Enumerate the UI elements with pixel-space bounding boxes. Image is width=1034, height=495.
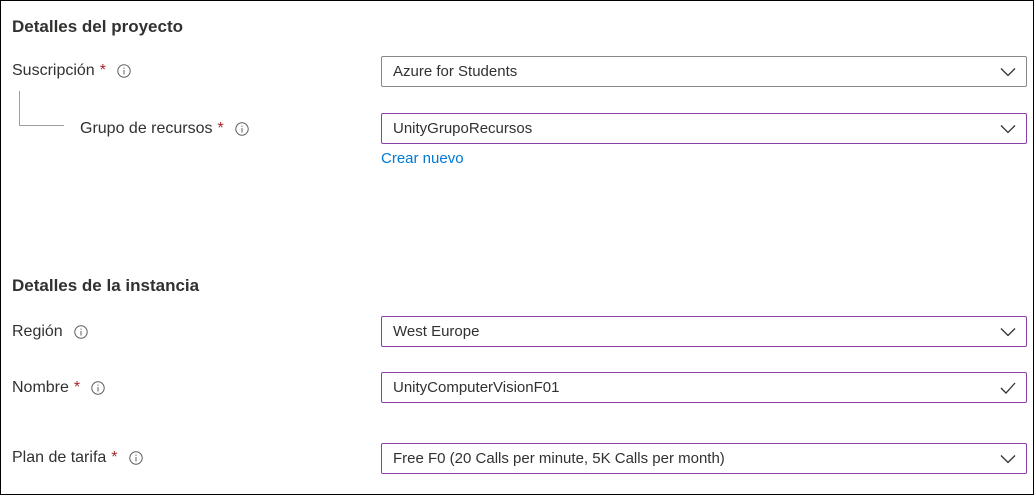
resource-group-label: Grupo de recursos bbox=[80, 120, 213, 137]
region-label-row: Región bbox=[12, 323, 88, 341]
subscription-dropdown[interactable]: Azure for Students bbox=[381, 56, 1027, 87]
name-value: UnityComputerVisionF01 bbox=[393, 379, 560, 396]
checkmark-icon bbox=[1000, 380, 1016, 396]
info-icon[interactable] bbox=[74, 325, 88, 339]
form-panel: Detalles del proyecto Suscripción * Azur… bbox=[0, 0, 1034, 495]
pricing-label-row: Plan de tarifa * bbox=[12, 449, 143, 467]
chevron-down-icon bbox=[1000, 324, 1016, 340]
info-icon[interactable] bbox=[117, 64, 131, 78]
required-marker: * bbox=[99, 62, 106, 79]
chevron-down-icon bbox=[1000, 451, 1016, 467]
section-title-project: Detalles del proyecto bbox=[12, 17, 184, 36]
info-icon[interactable] bbox=[128, 451, 143, 465]
pricing-label: Plan de tarifa bbox=[12, 449, 107, 466]
name-label: Nombre bbox=[12, 379, 69, 396]
region-value: West Europe bbox=[393, 323, 480, 340]
region-dropdown[interactable]: West Europe bbox=[381, 316, 1027, 347]
section-title-instance: Detalles de la instancia bbox=[12, 276, 200, 295]
name-label-row: Nombre * bbox=[12, 379, 105, 397]
resource-group-label-row: Grupo de recursos * bbox=[80, 120, 249, 138]
tree-connector bbox=[19, 91, 64, 126]
resource-group-dropdown[interactable]: UnityGrupoRecursos bbox=[381, 113, 1027, 144]
name-input[interactable]: UnityComputerVisionF01 bbox=[381, 372, 1027, 403]
subscription-label: Suscripción bbox=[12, 62, 95, 79]
chevron-down-icon bbox=[1000, 64, 1016, 80]
region-label: Región bbox=[12, 323, 63, 340]
pricing-value: Free F0 (20 Calls per minute, 5K Calls p… bbox=[393, 450, 725, 467]
resource-group-value: UnityGrupoRecursos bbox=[393, 120, 533, 137]
subscription-label-row: Suscripción * bbox=[12, 62, 131, 80]
create-new-link[interactable]: Crear nuevo bbox=[381, 150, 464, 167]
info-icon[interactable] bbox=[235, 122, 249, 136]
chevron-down-icon bbox=[1000, 121, 1016, 137]
required-marker: * bbox=[217, 120, 224, 137]
subscription-value: Azure for Students bbox=[393, 63, 518, 80]
pricing-tier-dropdown[interactable]: Free F0 (20 Calls per minute, 5K Calls p… bbox=[381, 443, 1027, 474]
required-marker: * bbox=[73, 379, 81, 396]
info-icon[interactable] bbox=[91, 381, 105, 395]
required-marker: * bbox=[111, 449, 118, 466]
